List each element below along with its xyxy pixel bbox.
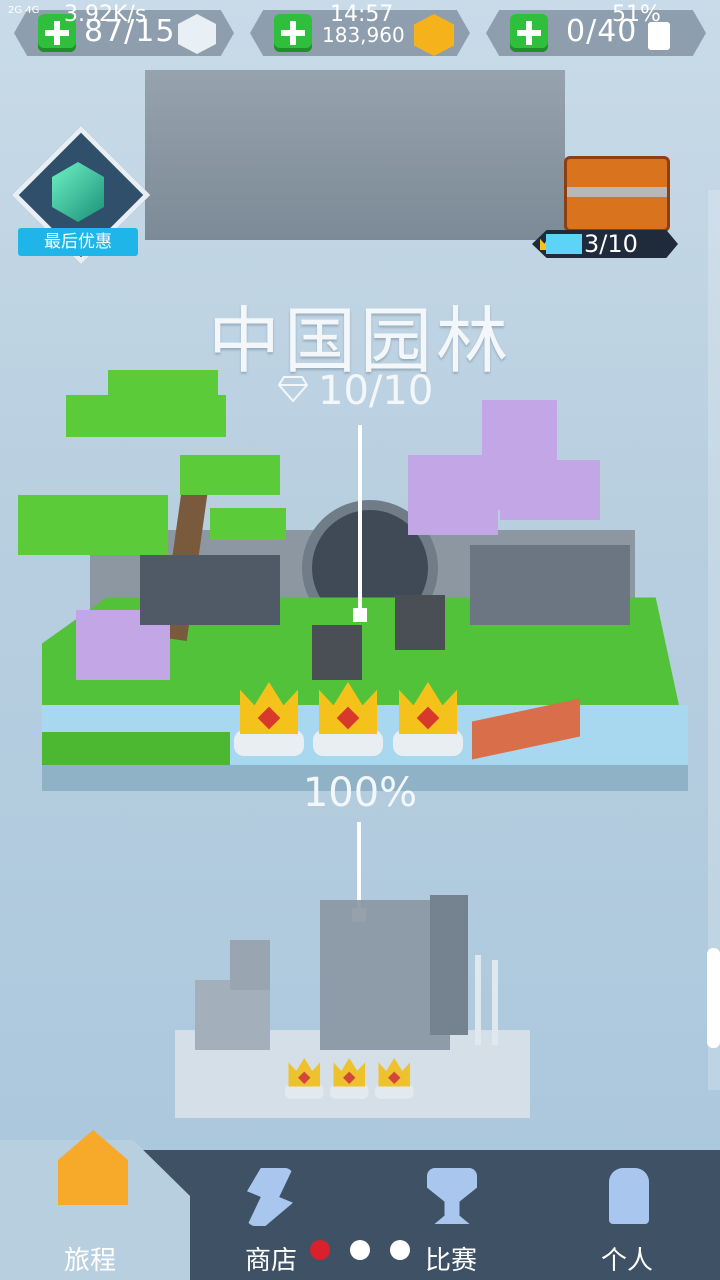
chimney bbox=[475, 955, 481, 1045]
network-speed: 3.92K/s bbox=[64, 2, 147, 27]
nav-competition-label: 比赛 bbox=[425, 1246, 478, 1276]
crown-reward bbox=[330, 1058, 369, 1102]
diamond-icon bbox=[278, 376, 308, 402]
crown-reward bbox=[393, 682, 463, 762]
previous-level-scene[interactable] bbox=[145, 70, 565, 240]
chest-band bbox=[567, 187, 667, 197]
nav-competition[interactable]: 比赛 bbox=[405, 1150, 515, 1280]
garden-rocks bbox=[140, 555, 280, 625]
pine-canopy bbox=[210, 508, 286, 540]
nav-profile-label: 个人 bbox=[601, 1246, 654, 1276]
nav-shop[interactable]: 商店 bbox=[225, 1150, 335, 1280]
ruined-building bbox=[230, 940, 270, 990]
pine-canopy bbox=[18, 495, 168, 555]
garden-level-island[interactable] bbox=[0, 370, 720, 800]
network-indicator: 2G 4G bbox=[8, 5, 40, 16]
status-bar: 2G 4G 3.92K/s 14:57 51% bbox=[0, 0, 720, 34]
pine-canopy bbox=[180, 455, 280, 495]
chest-progress-text: 3/10 bbox=[584, 230, 638, 258]
page-dot-active bbox=[310, 1240, 330, 1260]
pine-canopy bbox=[66, 395, 226, 437]
offer-label: 最后优惠 bbox=[18, 228, 138, 256]
nav-journey-label: 旅程 bbox=[64, 1246, 117, 1276]
scroll-thumb[interactable] bbox=[707, 948, 720, 1048]
ruined-building bbox=[430, 895, 468, 1035]
chest-progress-bar: 3/10 bbox=[532, 230, 678, 258]
progress-node bbox=[353, 608, 367, 622]
person-icon bbox=[609, 1168, 649, 1224]
stone-lion bbox=[312, 625, 362, 680]
nav-journey[interactable]: 旅程 bbox=[20, 1130, 170, 1280]
page-dot bbox=[350, 1240, 370, 1260]
crown-reward bbox=[285, 1058, 324, 1102]
ruined-building bbox=[195, 980, 270, 1050]
crown-reward bbox=[375, 1058, 414, 1102]
cherry-blossom bbox=[500, 460, 600, 520]
stone-lion bbox=[395, 595, 445, 650]
level-completion: 100% bbox=[302, 770, 418, 816]
crown-reward bbox=[313, 682, 383, 762]
nav-profile[interactable]: 个人 bbox=[585, 1150, 695, 1280]
garden-rocks bbox=[470, 545, 630, 625]
next-level-island[interactable] bbox=[170, 880, 540, 1120]
treasure-chest-icon[interactable] bbox=[564, 156, 670, 232]
shop-icon bbox=[247, 1168, 293, 1226]
battery-level: 51% bbox=[612, 2, 661, 27]
chest-progress-fill bbox=[546, 234, 582, 254]
pine-canopy bbox=[108, 370, 218, 400]
clock: 14:57 bbox=[330, 2, 394, 27]
crown-reward bbox=[234, 682, 304, 762]
progress-line bbox=[358, 425, 362, 615]
nav-shop-label: 商店 bbox=[245, 1246, 298, 1276]
trophy-icon bbox=[427, 1168, 477, 1224]
last-offer-badge[interactable]: 最后优惠 bbox=[11, 125, 151, 265]
chimney bbox=[492, 960, 498, 1045]
